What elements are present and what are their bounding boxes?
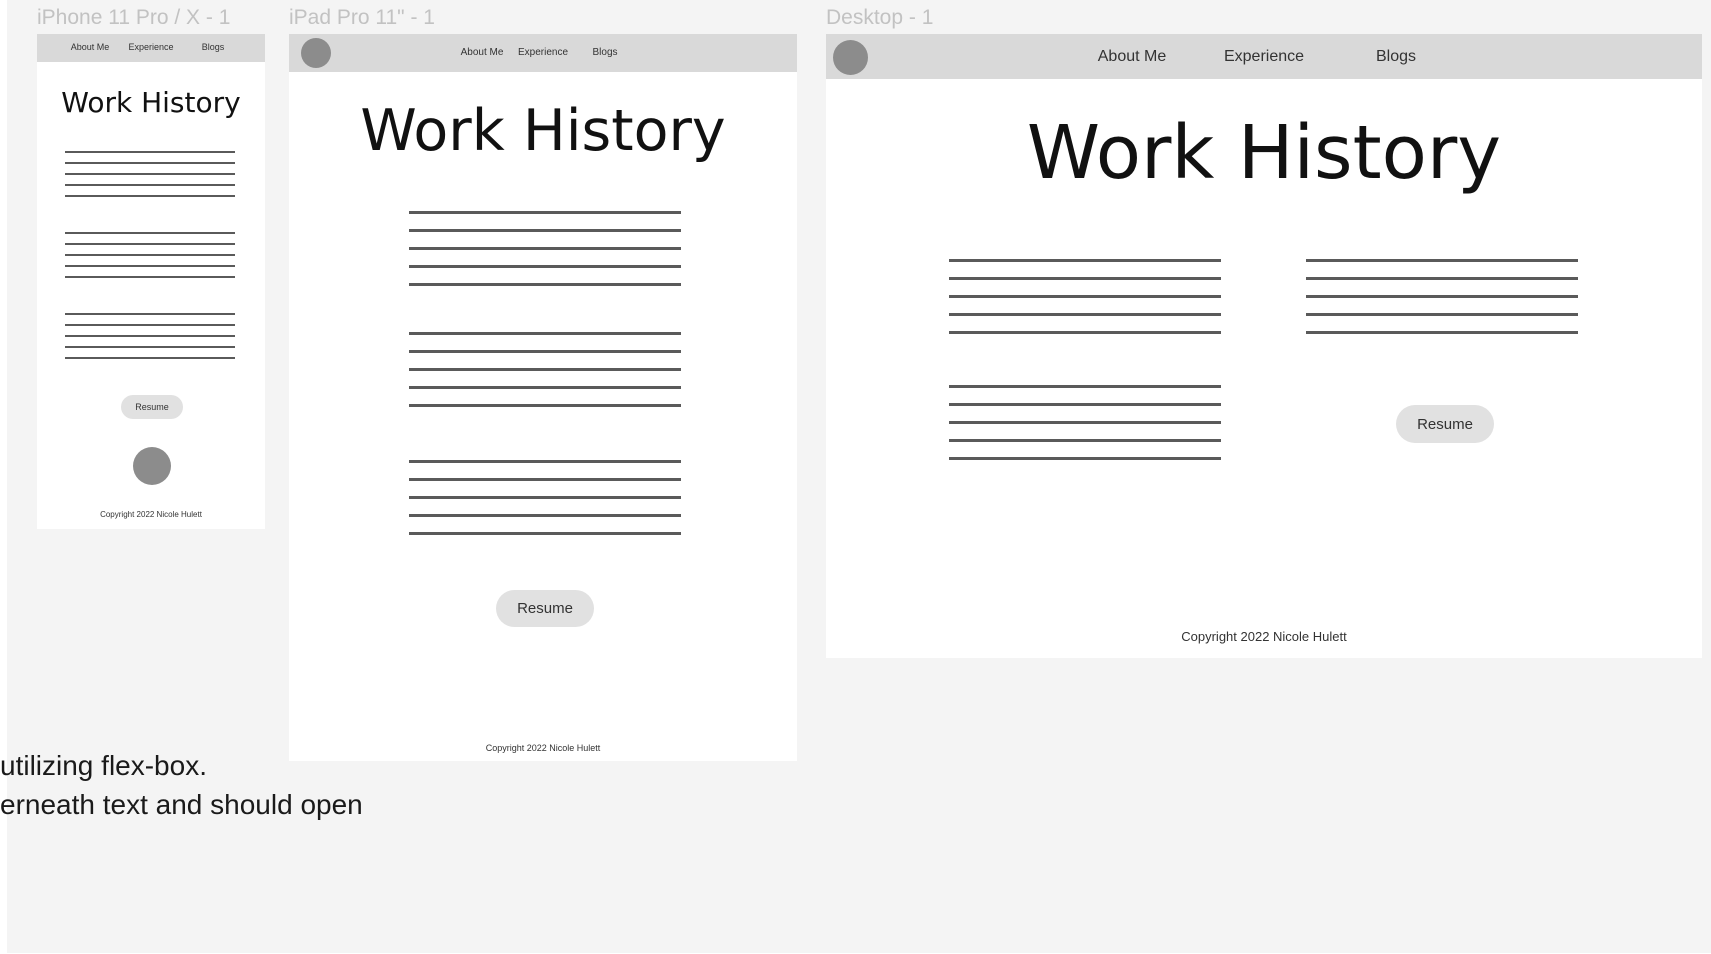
text-line [65,357,235,359]
text-line [65,324,235,326]
text-line [949,259,1221,262]
tablet-footer-copyright: Copyright 2022 Nicole Hulett [485,743,601,753]
phone-footer-copyright: Copyright 2022 Nicole Hulett [100,510,202,519]
text-line [409,514,681,517]
text-line [409,247,681,250]
desktop-nav-about[interactable]: About Me [1098,48,1166,66]
text-line [949,421,1221,424]
phone-nav-blogs[interactable]: Blogs [202,42,225,52]
tablet-nav-about[interactable]: About Me [461,47,504,58]
text-line [409,211,681,214]
desktop-navbar: About Me Experience Blogs [826,34,1702,79]
text-line [409,368,681,371]
text-line [65,265,235,267]
desktop-text-block-1 [949,259,1221,334]
phone-text-block-2 [65,232,235,278]
text-line [409,283,681,286]
text-line [949,457,1221,460]
text-line [1306,331,1578,334]
text-line [409,229,681,232]
desktop-frame-label[interactable]: Desktop - 1 [826,6,933,30]
text-line [949,385,1221,388]
text-line [65,151,235,153]
text-line [949,439,1221,442]
text-line [1306,277,1578,280]
design-note-line-1: utilizing flex-box. [0,750,207,781]
text-line [949,313,1221,316]
text-line [949,295,1221,298]
text-line [65,335,235,337]
text-line [949,277,1221,280]
text-line [65,232,235,234]
phone-navbar: About Me Experience Blogs [37,34,265,62]
tablet-text-block-1 [409,211,681,286]
desktop-resume-button[interactable]: Resume [1396,405,1494,443]
text-line [409,265,681,268]
text-line [65,195,235,197]
phone-text-block-3 [65,313,235,359]
text-line [65,346,235,348]
tablet-navbar: About Me Experience Blogs [289,34,797,72]
tablet-nav-logo[interactable] [301,38,331,68]
text-line [409,386,681,389]
text-line [65,313,235,315]
text-line [409,350,681,353]
canvas-background: iPhone 11 Pro / X - 1 About Me Experienc… [0,0,1711,954]
tablet-resume-button[interactable]: Resume [496,590,594,627]
text-line [65,173,235,175]
text-line [949,403,1221,406]
desktop-frame[interactable]: About Me Experience Blogs Work History R… [826,34,1702,658]
phone-nav-about[interactable]: About Me [71,42,110,52]
phone-footer-avatar [133,447,171,485]
text-line [409,460,681,463]
text-line [65,184,235,186]
desktop-page-title: Work History [1026,110,1502,196]
desktop-nav-experience[interactable]: Experience [1224,48,1304,66]
phone-nav-experience[interactable]: Experience [128,42,173,52]
text-line [409,332,681,335]
text-line [1306,313,1578,316]
phone-frame[interactable]: About Me Experience Blogs Work History R… [37,34,265,529]
desktop-footer-copyright: Copyright 2022 Nicole Hulett [1181,629,1347,644]
desktop-text-block-2 [1306,259,1578,334]
phone-resume-button[interactable]: Resume [121,395,183,419]
text-line [1306,295,1578,298]
text-line [409,478,681,481]
tablet-nav-experience[interactable]: Experience [518,47,568,58]
phone-text-block-1 [65,151,235,197]
tablet-frame-label[interactable]: iPad Pro 11" - 1 [289,6,435,30]
design-note-line-2: erneath text and should open [0,789,363,820]
text-line [65,254,235,256]
tablet-text-block-2 [409,332,681,407]
text-line [65,243,235,245]
text-line [1306,259,1578,262]
tablet-nav-blogs[interactable]: Blogs [592,47,617,58]
tablet-page-title: Work History [360,98,726,164]
tablet-frame[interactable]: About Me Experience Blogs Work History R… [289,34,797,761]
text-line [409,532,681,535]
desktop-text-block-3 [949,385,1221,460]
text-line [409,496,681,499]
phone-page-title: Work History [61,86,241,119]
tablet-text-block-3 [409,460,681,535]
desktop-nav-blogs[interactable]: Blogs [1376,48,1416,66]
phone-frame-label[interactable]: iPhone 11 Pro / X - 1 [37,6,230,30]
desktop-nav-logo[interactable] [833,40,868,75]
design-board: iPhone 11 Pro / X - 1 About Me Experienc… [0,0,1711,953]
text-line [65,162,235,164]
text-line [409,404,681,407]
text-line [949,331,1221,334]
text-line [65,276,235,278]
